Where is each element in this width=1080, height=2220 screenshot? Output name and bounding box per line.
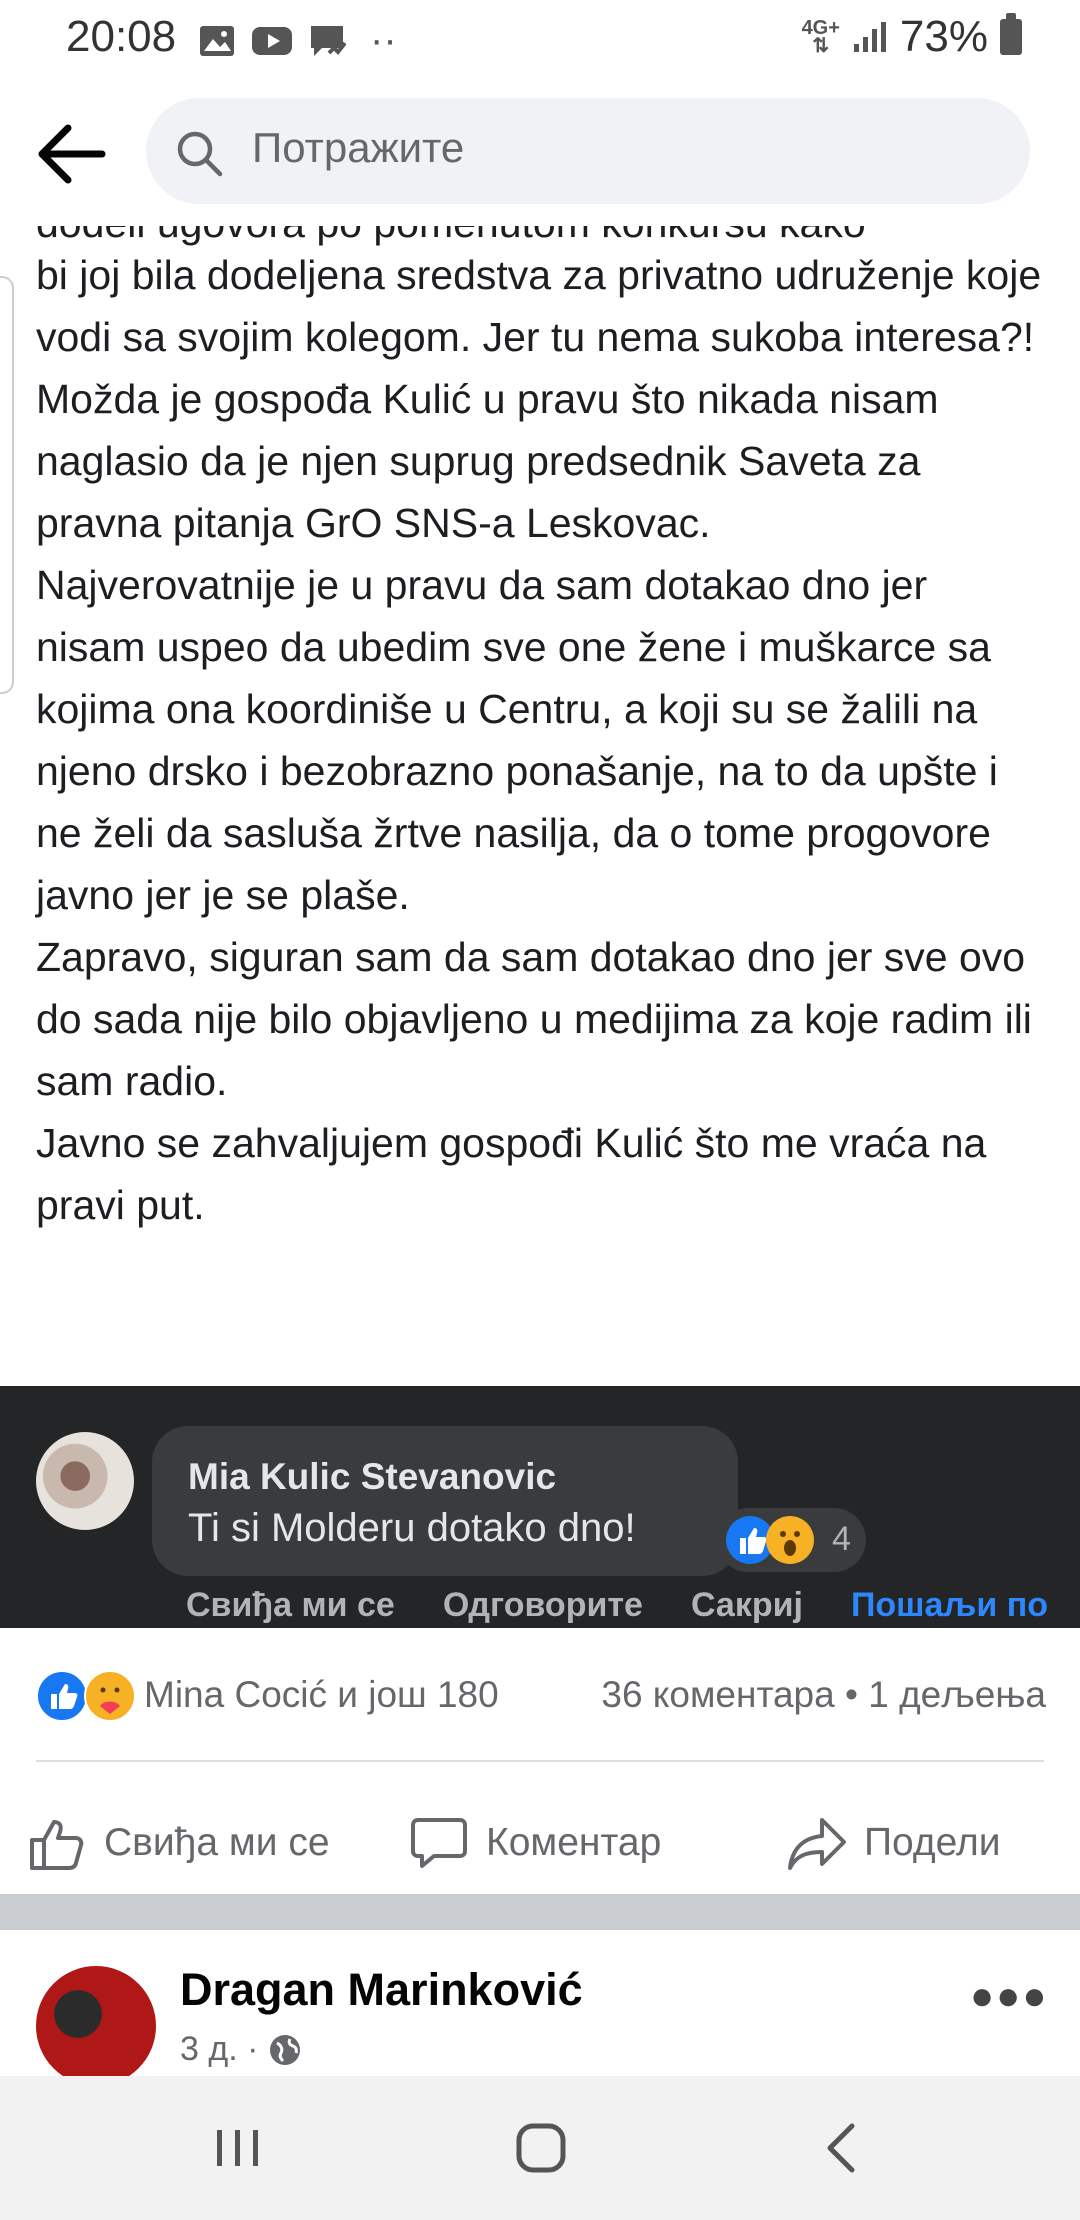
post-paragraph: Možda je gospođa Kulić u pravu što nikad… xyxy=(36,376,939,546)
post-actions: Свиђа ми се Коментар Подели xyxy=(0,1788,1080,1898)
comment-reactions: 4 xyxy=(716,1508,866,1572)
status-bar: 20:08 ·· 4G+ ⇅ 73% xyxy=(0,0,1080,78)
comment-bubble: Mia Kulic Stevanovic Ti si Molderu dotak… xyxy=(152,1426,738,1576)
globe-icon xyxy=(270,2034,301,2065)
network-type: 4G+ ⇅ xyxy=(801,17,840,57)
post-text: bi joj bila dodeljena sredstva za privat… xyxy=(36,244,1046,1236)
search-placeholder: Потражите xyxy=(252,124,465,171)
post-paragraph: Javno se zahvaljujem gospođi Kulić što m… xyxy=(36,1120,987,1228)
message-icon xyxy=(311,25,346,56)
recent-apps-icon[interactable] xyxy=(203,2116,273,2180)
comment-hide-link[interactable]: Сакриј xyxy=(691,1586,803,1625)
comment-label: Коментар xyxy=(486,1821,662,1864)
like-reaction-icon xyxy=(36,1670,88,1722)
more-notifications-dots: ·· xyxy=(370,18,397,62)
post-paragraph: Najverovatnije je u pravu da sam dotakao… xyxy=(36,562,998,918)
back-arrow-icon[interactable] xyxy=(32,118,112,190)
comments-shares-count[interactable]: 36 коментара • 1 дељења xyxy=(601,1674,1046,1716)
feed-separator xyxy=(0,1894,1080,1930)
comment-button[interactable]: Коментар xyxy=(408,1788,661,1898)
more-options-icon[interactable]: ●●● xyxy=(970,1974,1048,2019)
embedded-comment-image[interactable]: Mia Kulic Stevanovic Ti si Molderu dotak… xyxy=(0,1386,1080,1628)
share-icon xyxy=(788,1818,846,1870)
comment-text: Ti si Molderu dotako dno! xyxy=(188,1506,636,1550)
home-icon[interactable] xyxy=(506,2116,576,2180)
notification-icons: ·· xyxy=(198,18,397,63)
reactors-names[interactable]: Mina Cocić и још 180 xyxy=(144,1674,499,1716)
back-icon[interactable] xyxy=(808,2116,878,2180)
youtube-icon xyxy=(252,26,292,55)
search-input[interactable]: Потражите xyxy=(146,98,1030,204)
comment-avatar xyxy=(36,1432,134,1530)
battery-percent: 73% xyxy=(899,12,988,61)
network-label: 4G+ xyxy=(801,17,840,39)
comment-resend-link[interactable]: Пошаљи по xyxy=(851,1586,1048,1625)
share-label: Подели xyxy=(864,1821,1001,1864)
divider xyxy=(36,1760,1044,1762)
share-button[interactable]: Подели xyxy=(786,1788,1001,1898)
gallery-icon xyxy=(200,25,234,56)
system-nav-bar xyxy=(0,2076,1080,2220)
search-header: Потражите xyxy=(0,78,1080,226)
status-right: 4G+ ⇅ 73% xyxy=(802,12,1022,62)
care-reaction-icon xyxy=(84,1670,136,1722)
status-time: 20:08 xyxy=(66,12,177,61)
thumbs-up-icon xyxy=(30,1820,84,1870)
wow-reaction-icon xyxy=(766,1516,814,1564)
comment-author: Mia Kulic Stevanovic xyxy=(188,1456,557,1497)
next-post: Dragan Marinković 3 д. · ●●● xyxy=(0,1930,1080,2076)
post-author-name[interactable]: Dragan Marinković xyxy=(180,1964,583,2016)
reactions-summary[interactable]: Mina Cocić и још 180 36 коментара • 1 де… xyxy=(36,1666,1046,1726)
comment-actions: Свиђа ми се Одговорите Сакриј Пошаљи по xyxy=(186,1586,1048,1625)
post-meta: 3 д. · xyxy=(180,2030,302,2069)
signal-icon xyxy=(853,22,886,52)
battery-icon xyxy=(1000,13,1022,55)
scroll-indicator xyxy=(0,276,14,694)
comment-reply-link[interactable]: Одговорите xyxy=(443,1586,643,1625)
post-time[interactable]: 3 д. · xyxy=(180,2030,258,2069)
comment-icon xyxy=(411,1818,467,1868)
like-label: Свиђа ми се xyxy=(104,1821,330,1864)
comment-like-link[interactable]: Свиђа ми се xyxy=(186,1586,395,1625)
avatar[interactable] xyxy=(36,1966,156,2076)
like-button[interactable]: Свиђа ми се xyxy=(26,1788,330,1898)
post-text-cut-line: dodeli ugovora po pomenutom konkursu kak… xyxy=(36,226,1046,264)
comment-reaction-count: 4 xyxy=(832,1520,851,1558)
post-paragraph: Zapravo, siguran sam da sam dotakao dno … xyxy=(36,934,1032,1104)
search-icon xyxy=(177,131,223,177)
